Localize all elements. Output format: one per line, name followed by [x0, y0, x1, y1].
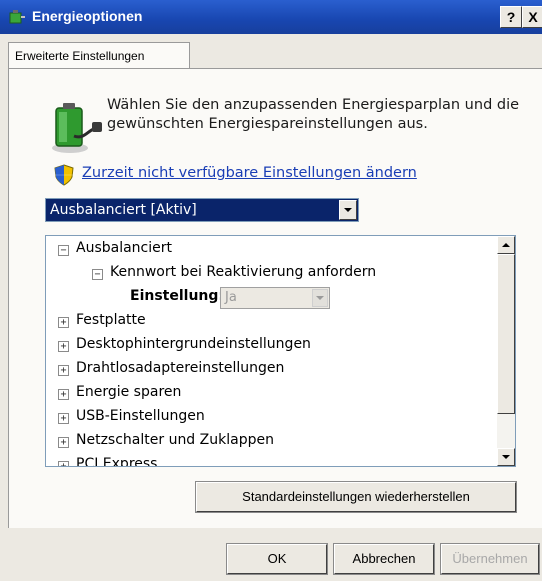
cancel-button[interactable]: Abbrechen — [333, 543, 435, 575]
change-unavailable-settings-link[interactable]: Zurzeit nicht verfügbare Einstellungen ä… — [82, 165, 417, 181]
window-title: Energieoptionen — [32, 8, 143, 24]
expand-icon[interactable]: + — [58, 341, 69, 352]
collapse-icon[interactable]: − — [92, 269, 103, 280]
tree-item-power-buttons-lid[interactable]: Netzschalter und Zuklappen — [76, 432, 274, 448]
scroll-up-button[interactable] — [497, 236, 515, 254]
uac-shield-icon — [54, 164, 74, 186]
scroll-thumb[interactable] — [497, 254, 515, 414]
setting-value: Ja — [225, 290, 237, 305]
power-plan-select[interactable]: Ausbalanciert [Aktiv] — [45, 198, 359, 222]
tree-item-sleep[interactable]: Energie sparen — [76, 384, 181, 400]
battery-plug-icon — [52, 103, 102, 153]
title-bar: Energieoptionen ? X — [0, 0, 542, 34]
tab-advanced-settings[interactable]: Erweiterte Einstellungen — [8, 42, 190, 68]
close-button[interactable]: X — [522, 6, 542, 28]
chevron-down-icon[interactable] — [312, 289, 328, 307]
tree-item-pci-express[interactable]: PCI Express — [76, 456, 157, 466]
collapse-icon[interactable]: − — [58, 245, 69, 256]
expand-icon[interactable]: + — [58, 437, 69, 448]
tree-item-usb-settings[interactable]: USB-Einstellungen — [76, 408, 205, 424]
chevron-down-icon[interactable] — [339, 200, 357, 220]
setting-label: Einstellung: — [130, 288, 225, 304]
scroll-down-button[interactable] — [497, 448, 515, 466]
setting-combo[interactable]: Ja — [220, 287, 330, 309]
restore-defaults-button[interactable]: Standardeinstellungen wiederherstellen — [195, 481, 517, 513]
help-button[interactable]: ? — [500, 6, 522, 28]
expand-icon[interactable]: + — [58, 461, 69, 466]
settings-tree[interactable]: − Ausbalanciert − Kennwort bei Reaktivie… — [45, 235, 516, 467]
intro-text: Wählen Sie den anzupassenden Energiespar… — [107, 97, 520, 132]
tree-item-password-on-wake[interactable]: Kennwort bei Reaktivierung anfordern — [110, 264, 376, 280]
apply-button: Übernehmen — [440, 543, 540, 575]
tree-item-balanced[interactable]: Ausbalanciert — [76, 240, 172, 256]
power-options-icon — [9, 10, 25, 24]
expand-icon[interactable]: + — [58, 389, 69, 400]
expand-icon[interactable]: + — [58, 365, 69, 376]
power-plan-value: Ausbalanciert [Aktiv] — [50, 202, 197, 218]
tree-item-wireless-adapter[interactable]: Drahtlosadaptereinstellungen — [76, 360, 284, 376]
expand-icon[interactable]: + — [58, 317, 69, 328]
expand-icon[interactable]: + — [58, 413, 69, 424]
vertical-scrollbar[interactable] — [497, 236, 515, 466]
tree-item-hard-disk[interactable]: Festplatte — [76, 312, 146, 328]
tree-item-desktop-background[interactable]: Desktophintergrundeinstellungen — [76, 336, 311, 352]
ok-button[interactable]: OK — [226, 543, 328, 575]
